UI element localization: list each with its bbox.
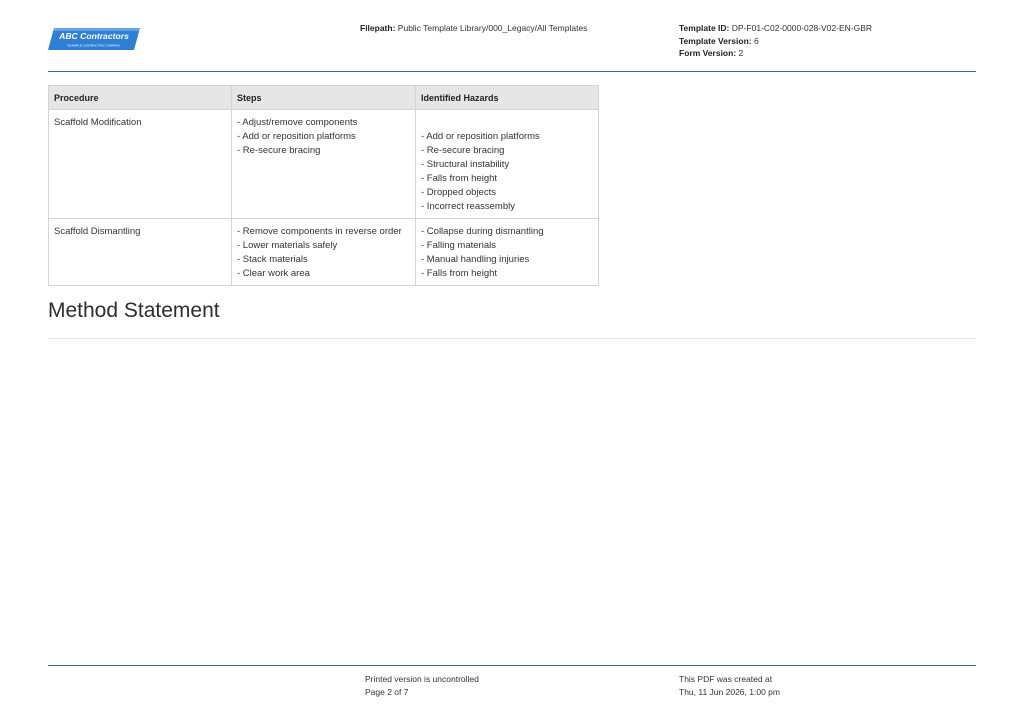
step-item: - Clear work area <box>237 268 310 279</box>
hazard-item: - Falls from height <box>421 173 498 184</box>
procedure-hazard-table: Procedure Steps Identified Hazards Scaff… <box>48 85 599 286</box>
form-version-line: Form Version: 2 <box>679 47 872 60</box>
created-timestamp: Thu, 11 Jun 2026, 1:00 pm <box>679 686 780 697</box>
table-row: Scaffold Modification - Adjust/remove co… <box>48 109 599 219</box>
step-item: - Add or reposition platforms <box>237 131 356 142</box>
procedure-name: Scaffold Modification <box>54 117 142 128</box>
hazard-item: - Falls from height <box>421 268 498 279</box>
hazard-item: - Re-secure bracing <box>421 145 505 156</box>
hazard-item: - Collapse during dismantling <box>421 226 544 237</box>
steps-cell: - Remove components in reverse order - L… <box>231 218 416 286</box>
procedure-cell: Scaffold Modification <box>48 109 232 219</box>
procedure-cell: Scaffold Dismantling <box>48 218 232 286</box>
footer-print-info: Printed version is uncontrolled Page 2 o… <box>365 673 479 698</box>
uncontrolled-notice: Printed version is uncontrolled <box>365 674 479 684</box>
template-id-label: Template ID: <box>679 23 730 33</box>
filepath-value: Public Template Library/000_Legacy/All T… <box>397 23 588 33</box>
step-item: - Stack materials <box>237 254 308 265</box>
hazard-item: - Falling materials <box>421 240 496 251</box>
template-id-line: Template ID: DP-F01-C02-0000-028-V02-EN-… <box>679 22 872 35</box>
column-header-hazards: Identified Hazards <box>415 85 599 110</box>
template-version-line: Template Version: 6 <box>679 35 872 48</box>
steps-cell: - Adjust/remove components - Add or repo… <box>231 109 416 219</box>
header-divider <box>48 71 976 72</box>
template-version-label: Template Version: <box>679 35 752 46</box>
hazard-item: - Manual handling injuries <box>421 254 530 265</box>
step-item: - Remove components in reverse order <box>237 226 402 237</box>
form-version-value: 2 <box>738 48 744 58</box>
header-template-info: Template ID: DP-F01-C02-0000-028-V02-EN-… <box>679 22 872 60</box>
hazards-cell: - Collapse during dismantling - Falling … <box>415 218 599 286</box>
step-item: - Adjust/remove components <box>237 117 358 128</box>
created-label: This PDF was created at <box>679 674 773 684</box>
table-header-row: Procedure Steps Identified Hazards <box>48 85 599 110</box>
hazards-cell: - Add or reposition platforms - Re-secur… <box>415 109 599 219</box>
company-logo: ABC Contractors EXAMPLE CONTRACTING COMP… <box>48 28 140 50</box>
hazard-item: - Structural instability <box>421 159 510 170</box>
hazard-item: - Add or reposition platforms <box>421 131 540 142</box>
section-title-method-statement: Method Statement <box>48 299 220 322</box>
page-number: Page 2 of 7 <box>365 686 409 697</box>
hazard-item: - Incorrect reassembly <box>421 201 515 212</box>
hazard-item-blank <box>421 116 593 130</box>
footer-created-info: This PDF was created at Thu, 11 Jun 2026… <box>679 673 780 698</box>
column-header-procedure: Procedure <box>48 85 232 110</box>
footer-divider <box>48 665 976 666</box>
document-page: ABC Contractors EXAMPLE CONTRACTING COMP… <box>0 0 1024 725</box>
column-header-steps: Steps <box>231 85 416 110</box>
logo-main-text: ABC Contractors <box>58 31 129 41</box>
header-filepath: Filepath: Public Template Library/000_Le… <box>360 22 587 35</box>
procedure-name: Scaffold Dismantling <box>54 226 141 237</box>
step-item: - Re-secure bracing <box>237 145 321 156</box>
table-row: Scaffold Dismantling - Remove components… <box>48 218 599 286</box>
section-divider <box>48 338 976 339</box>
form-version-label: Form Version: <box>679 48 737 58</box>
template-version-value: 6 <box>753 35 759 46</box>
filepath-label: Filepath: <box>360 23 396 33</box>
logo-sub-text: EXAMPLE CONTRACTING COMPANY <box>68 44 121 48</box>
template-id-value: DP-F01-C02-0000-028-V02-EN-GBR <box>731 23 873 33</box>
hazard-item: - Dropped objects <box>421 187 496 198</box>
step-item: - Lower materials safely <box>237 240 338 251</box>
